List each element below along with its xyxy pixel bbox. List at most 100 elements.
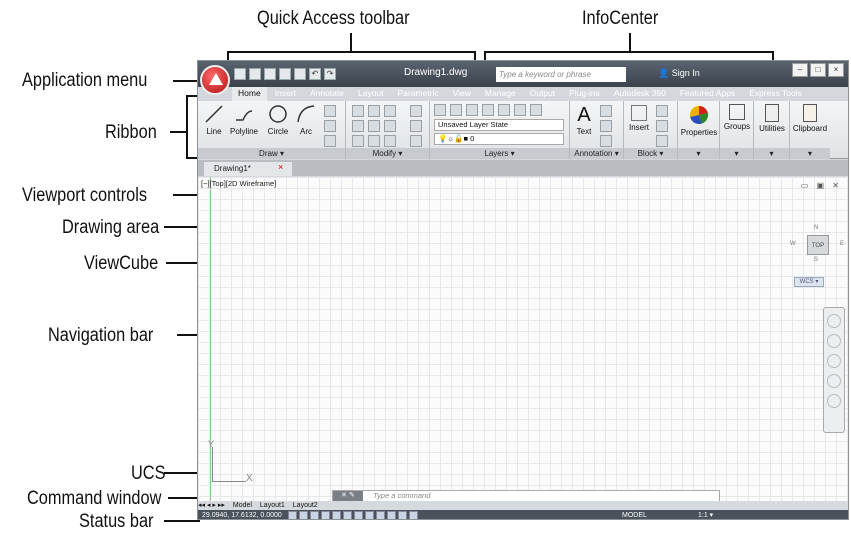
properties-tool[interactable]: Properties <box>680 104 718 137</box>
drawing-window-controls[interactable]: ▭ ▣ ✕ <box>801 181 842 190</box>
layer-icon[interactable] <box>498 104 510 116</box>
pan-icon[interactable] <box>827 334 841 348</box>
tab-manage[interactable]: Manage <box>479 87 522 101</box>
circle-tool[interactable]: Circle <box>264 103 292 136</box>
tab-home[interactable]: Home <box>232 87 267 101</box>
layout-tab[interactable]: Layout2 <box>293 502 318 509</box>
draw-panel-label[interactable]: Draw ▾ <box>198 148 345 159</box>
polyline-tool[interactable]: Polyline <box>228 103 260 136</box>
tab-annotate[interactable]: Annotate <box>304 87 350 101</box>
attribute-icon[interactable] <box>656 135 668 147</box>
fillet-icon[interactable] <box>384 120 396 132</box>
tab-layout[interactable]: Layout <box>352 87 390 101</box>
polar-icon[interactable] <box>321 511 330 519</box>
layer-icon[interactable] <box>514 104 526 116</box>
viewport-controls[interactable]: [−][Top][2D Wireframe] <box>201 179 276 188</box>
ortho-icon[interactable] <box>310 511 319 519</box>
table-icon[interactable] <box>600 135 612 147</box>
layer-icon[interactable] <box>450 104 462 116</box>
ducs-icon[interactable] <box>354 511 363 519</box>
line-tool[interactable]: Line <box>202 103 226 136</box>
leader-icon[interactable] <box>600 120 612 132</box>
clipboard-panel-label[interactable]: ▾ <box>790 148 830 159</box>
tab-featured-apps[interactable]: Featured Apps <box>674 87 741 101</box>
arc-tool[interactable]: Arc <box>294 103 318 136</box>
layer-icon[interactable] <box>530 104 542 116</box>
command-window-buttons[interactable]: ✕ ✎ <box>333 491 363 501</box>
utilities-tool[interactable]: Utilities <box>756 104 788 133</box>
trim-icon[interactable] <box>384 105 396 117</box>
close-icon[interactable]: × <box>828 63 844 77</box>
move-icon[interactable] <box>352 105 364 117</box>
coordinate-readout[interactable]: 29.0940, 17.6132, 0.0000 <box>202 510 282 519</box>
stretch-icon[interactable] <box>352 135 364 147</box>
tab-insert[interactable]: Insert <box>269 87 302 101</box>
modify-panel-label[interactable]: Modify ▾ <box>346 148 429 159</box>
annotation-scale[interactable]: 1:1 ▾ <box>698 510 713 519</box>
otrack-icon[interactable] <box>343 511 352 519</box>
print-icon[interactable] <box>294 68 306 80</box>
sign-in-button[interactable]: 👤 Sign In <box>658 68 700 79</box>
layer-state-dropdown[interactable]: Unsaved Layer State <box>434 119 564 131</box>
layout-tab[interactable]: Layout1 <box>260 502 285 509</box>
tab-plug-ins[interactable]: Plug-ins <box>563 87 606 101</box>
dyn-icon[interactable] <box>365 511 374 519</box>
open-icon[interactable] <box>249 68 261 80</box>
erase-icon[interactable] <box>410 105 422 117</box>
groups-panel-label[interactable]: ▾ <box>720 148 753 159</box>
tab-autodesk-360[interactable]: Autodesk 360 <box>608 87 672 101</box>
tab-parametric[interactable]: Parametric <box>392 87 445 101</box>
copy-icon[interactable] <box>352 120 364 132</box>
viewcube-top-face[interactable]: TOP <box>807 235 829 255</box>
snap-icon[interactable] <box>288 511 297 519</box>
command-input[interactable]: Type a command <box>373 491 430 501</box>
quick-properties-icon[interactable] <box>398 511 407 519</box>
annotation-panel-label[interactable]: Annotation ▾ <box>570 148 623 159</box>
groups-tool[interactable]: Groups <box>722 104 752 131</box>
tab-nav-arrows[interactable]: ◂◂ ◂ ▸ ▸▸ <box>198 502 225 509</box>
dimension-icon[interactable] <box>600 105 612 117</box>
maximize-icon[interactable]: □ <box>810 63 826 77</box>
edit-block-icon[interactable] <box>656 120 668 132</box>
zoom-icon[interactable] <box>827 354 841 368</box>
rotate-icon[interactable] <box>368 105 380 117</box>
redo-icon[interactable]: ↷ <box>324 68 336 80</box>
explode-icon[interactable] <box>410 120 422 132</box>
minimize-icon[interactable]: – <box>792 63 808 77</box>
clipboard-tool[interactable]: Clipboard <box>792 104 828 133</box>
drawing-area[interactable]: [−][Top][2D Wireframe] ▭ ▣ ✕ N W E S TOP… <box>198 177 848 502</box>
layout-tab[interactable]: Model <box>233 502 252 509</box>
properties-panel-label[interactable]: ▾ <box>678 148 719 159</box>
grid-icon[interactable] <box>299 511 308 519</box>
scale-icon[interactable] <box>368 135 380 147</box>
lineweight-icon[interactable] <box>376 511 385 519</box>
text-tool[interactable]: A Text <box>574 103 594 136</box>
hatch-icon[interactable] <box>324 120 336 132</box>
layers-panel-label[interactable]: Layers ▾ <box>430 148 569 159</box>
search-input[interactable]: Type a keyword or phrase <box>496 67 626 82</box>
steering-wheel-icon[interactable] <box>827 314 841 328</box>
utilities-panel-label[interactable]: ▾ <box>754 148 789 159</box>
current-layer-dropdown[interactable]: 💡☼🔓■ 0 <box>434 133 564 145</box>
selection-cycling-icon[interactable] <box>409 511 418 519</box>
application-menu-button[interactable] <box>200 65 230 95</box>
offset-icon[interactable] <box>410 135 422 147</box>
boundary-icon[interactable] <box>324 135 336 147</box>
tab-express-tools[interactable]: Express Tools <box>743 87 808 101</box>
model-space-toggle[interactable]: MODEL <box>622 510 647 519</box>
orbit-icon[interactable] <box>827 374 841 388</box>
block-panel-label[interactable]: Block ▾ <box>624 148 677 159</box>
array-icon[interactable] <box>384 135 396 147</box>
wcs-menu[interactable]: WCS ▾ <box>794 277 824 287</box>
transparency-icon[interactable] <box>387 511 396 519</box>
undo-icon[interactable]: ↶ <box>309 68 321 80</box>
showmotion-icon[interactable] <box>827 394 841 408</box>
saveas-icon[interactable] <box>279 68 291 80</box>
rectangle-icon[interactable] <box>324 105 336 117</box>
insert-tool[interactable]: Insert <box>626 105 652 132</box>
save-icon[interactable] <box>264 68 276 80</box>
tab-output[interactable]: Output <box>524 87 562 101</box>
new-icon[interactable] <box>234 68 246 80</box>
osnap-icon[interactable] <box>332 511 341 519</box>
create-block-icon[interactable] <box>656 105 668 117</box>
